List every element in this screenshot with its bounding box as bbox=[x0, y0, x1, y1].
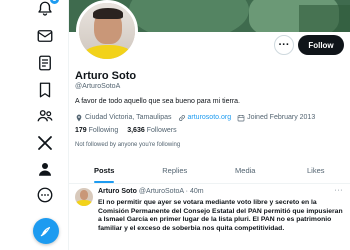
nav-messages[interactable] bbox=[35, 26, 55, 46]
calendar-icon bbox=[237, 114, 245, 121]
following-count-link[interactable]: 179 Following bbox=[75, 127, 118, 134]
profile-avatar[interactable] bbox=[76, 0, 138, 62]
profile-joined: Joined February 2013 bbox=[237, 114, 315, 122]
profile-more-button[interactable]: ··· bbox=[274, 35, 294, 55]
x-logo-icon bbox=[38, 136, 52, 150]
compose-post-button[interactable] bbox=[33, 218, 59, 244]
tab-replies-label: Replies bbox=[162, 166, 188, 175]
post-header: Arturo Soto @ArturoSotoA · 40m bbox=[98, 188, 204, 195]
followed-by-note: Not followed by anyone you're following bbox=[75, 142, 181, 148]
profile-handle: @ArturoSotoA bbox=[75, 83, 121, 90]
profile-bio: A favor de todo aquello que sea bueno pa… bbox=[75, 98, 240, 105]
profile-meta: Ciudad Victoria, Tamaulipas arturosoto.o… bbox=[75, 113, 315, 122]
nav-communities[interactable] bbox=[35, 106, 55, 126]
post-separator: · bbox=[185, 188, 188, 195]
post-avatar[interactable] bbox=[75, 188, 93, 206]
followers-label: Followers bbox=[146, 127, 177, 134]
nav-bookmarks[interactable] bbox=[35, 80, 55, 100]
post-author-name[interactable]: Arturo Soto bbox=[98, 188, 137, 195]
active-tab-indicator bbox=[94, 181, 115, 183]
location-text: Ciudad Victoria, Tamaulipas bbox=[85, 114, 172, 121]
bookmark-icon bbox=[39, 82, 51, 98]
post-time[interactable]: 40m bbox=[190, 188, 204, 195]
nav-notifications[interactable]: 3 bbox=[35, 0, 60, 19]
nav-grok[interactable] bbox=[35, 53, 55, 73]
tab-replies[interactable]: Replies bbox=[140, 158, 211, 183]
tab-posts-label: Posts bbox=[94, 166, 115, 175]
tab-likes[interactable]: Likes bbox=[281, 158, 350, 183]
post-item[interactable]: Arturo Soto @ArturoSotoA · 40m ··· El no… bbox=[69, 184, 350, 250]
profile-name: Arturo Soto bbox=[75, 70, 137, 82]
envelope-icon bbox=[37, 30, 53, 42]
nav-rail: 3 bbox=[0, 0, 68, 250]
tab-posts[interactable]: Posts bbox=[69, 158, 140, 183]
joined-text: Joined February 2013 bbox=[247, 114, 316, 121]
document-icon bbox=[39, 55, 51, 71]
profile-tabs: Posts Replies Media Likes bbox=[69, 158, 350, 184]
post-author-handle[interactable]: @ArturoSotoA bbox=[139, 188, 184, 195]
nav-profile[interactable] bbox=[35, 159, 55, 179]
tab-media-label: Media bbox=[235, 166, 256, 175]
profile-counts: 179 Following 3,636 Followers bbox=[75, 127, 177, 134]
user-icon bbox=[39, 163, 51, 176]
link-icon bbox=[178, 114, 185, 121]
profile-location: Ciudad Victoria, Tamaulipas bbox=[75, 114, 172, 122]
nav-premium[interactable] bbox=[35, 133, 55, 153]
profile-website[interactable]: arturosoto.org bbox=[178, 114, 232, 122]
followers-count: 3,636 bbox=[127, 127, 145, 134]
followers-count-link[interactable]: 3,636 Followers bbox=[127, 127, 176, 134]
following-label: Following bbox=[88, 127, 119, 134]
follow-button[interactable]: Follow bbox=[298, 35, 344, 55]
profile-column: ··· Follow Arturo Soto @ArturoSotoA A fa… bbox=[68, 0, 350, 250]
following-count: 179 bbox=[75, 127, 87, 134]
feather-icon bbox=[40, 226, 51, 237]
post-text: El no permitir que ayer se votara median… bbox=[98, 199, 343, 233]
post-more-button[interactable]: ··· bbox=[335, 187, 344, 194]
location-pin-icon bbox=[76, 114, 82, 121]
more-circle-icon bbox=[37, 187, 53, 203]
tab-likes-label: Likes bbox=[306, 166, 325, 175]
people-icon bbox=[37, 110, 53, 122]
nav-more[interactable] bbox=[35, 185, 55, 205]
tab-media[interactable]: Media bbox=[210, 158, 281, 183]
website-link[interactable]: arturosoto.org bbox=[188, 114, 232, 121]
